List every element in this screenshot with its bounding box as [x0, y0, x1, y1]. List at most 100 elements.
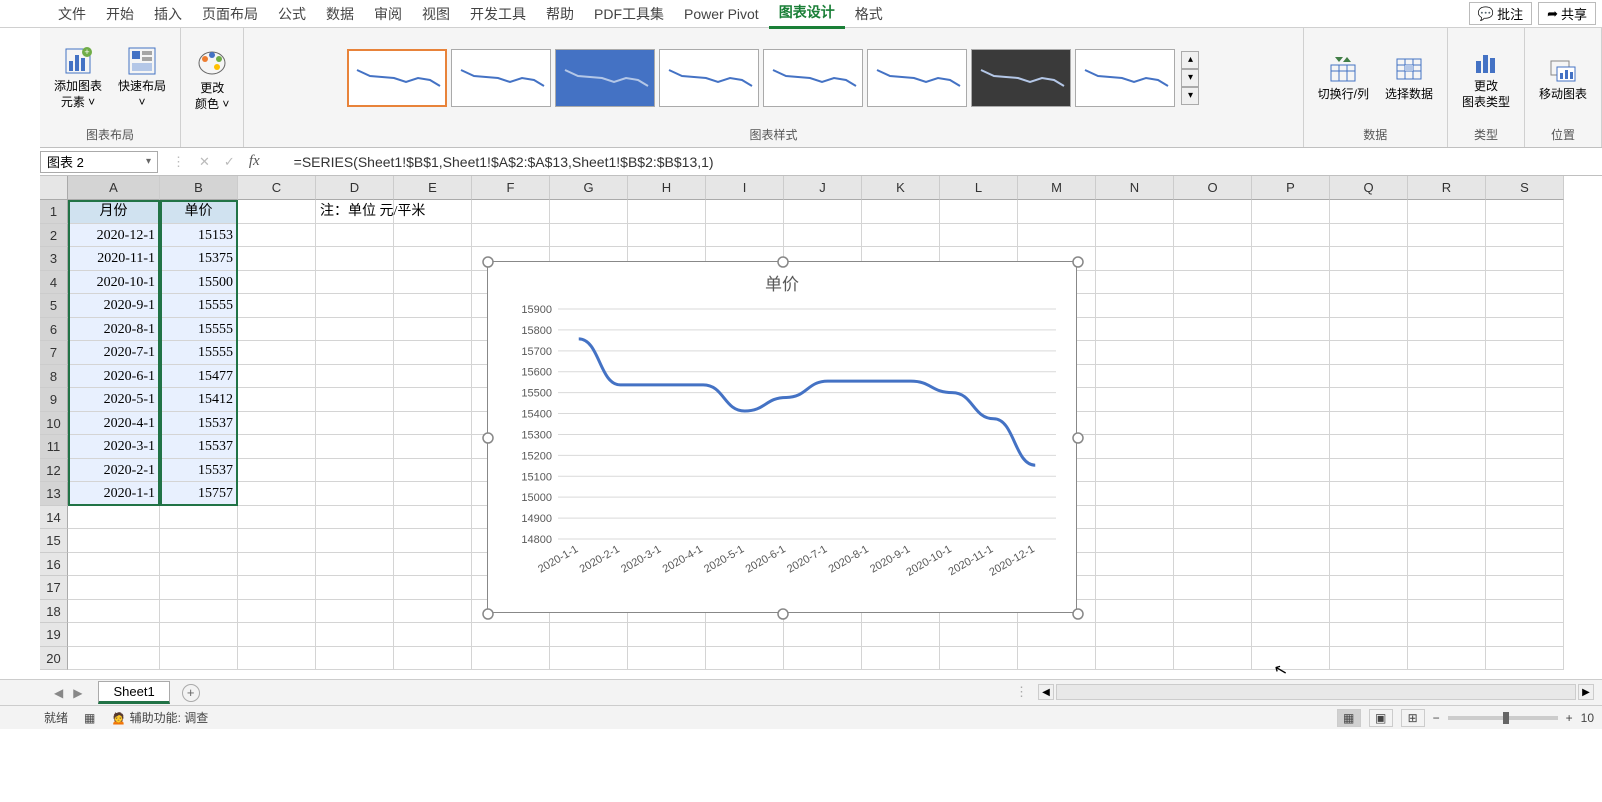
- col-header-D[interactable]: D: [316, 176, 394, 200]
- cell-S4[interactable]: [1486, 271, 1564, 295]
- cell-B10[interactable]: 15537: [160, 412, 238, 436]
- cell-N5[interactable]: [1096, 294, 1174, 318]
- cell-C2[interactable]: [238, 224, 316, 248]
- cell-F19[interactable]: [472, 623, 550, 647]
- cell-E8[interactable]: [394, 365, 472, 389]
- name-box[interactable]: 图表 2▾: [40, 151, 158, 173]
- cell-E12[interactable]: [394, 459, 472, 483]
- cell-P1[interactable]: [1252, 200, 1330, 224]
- cell-G19[interactable]: [550, 623, 628, 647]
- move-chart-button[interactable]: 移动图表: [1533, 51, 1593, 105]
- cell-N8[interactable]: [1096, 365, 1174, 389]
- cell-E6[interactable]: [394, 318, 472, 342]
- row-headers[interactable]: 1234567891011121314151617181920: [40, 200, 68, 670]
- cell-P19[interactable]: [1252, 623, 1330, 647]
- cell-G2[interactable]: [550, 224, 628, 248]
- cell-S18[interactable]: [1486, 600, 1564, 624]
- cell-R10[interactable]: [1408, 412, 1486, 436]
- cell-R9[interactable]: [1408, 388, 1486, 412]
- cell-R5[interactable]: [1408, 294, 1486, 318]
- row-header-5[interactable]: 5: [40, 294, 68, 318]
- cell-Q20[interactable]: [1330, 647, 1408, 671]
- cell-S8[interactable]: [1486, 365, 1564, 389]
- cell-P18[interactable]: [1252, 600, 1330, 624]
- cell-L19[interactable]: [940, 623, 1018, 647]
- sheet-nav-prev-icon[interactable]: ◀: [54, 686, 63, 700]
- cell-P16[interactable]: [1252, 553, 1330, 577]
- cell-B16[interactable]: [160, 553, 238, 577]
- cell-R20[interactable]: [1408, 647, 1486, 671]
- col-header-M[interactable]: M: [1018, 176, 1096, 200]
- cell-P6[interactable]: [1252, 318, 1330, 342]
- macro-record-icon[interactable]: ▦: [84, 711, 95, 725]
- cell-C13[interactable]: [238, 482, 316, 506]
- scroll-right-icon[interactable]: ▶: [1578, 684, 1594, 700]
- cell-D20[interactable]: [316, 647, 394, 671]
- col-header-N[interactable]: N: [1096, 176, 1174, 200]
- add-sheet-button[interactable]: +: [182, 684, 200, 702]
- cell-M20[interactable]: [1018, 647, 1096, 671]
- cell-R6[interactable]: [1408, 318, 1486, 342]
- col-header-H[interactable]: H: [628, 176, 706, 200]
- cell-C3[interactable]: [238, 247, 316, 271]
- cell-C11[interactable]: [238, 435, 316, 459]
- cell-A12[interactable]: 2020-2-1: [68, 459, 160, 483]
- cell-C15[interactable]: [238, 529, 316, 553]
- cell-C1[interactable]: [238, 200, 316, 224]
- cell-E18[interactable]: [394, 600, 472, 624]
- styles-scroll-down-icon[interactable]: ▾: [1181, 69, 1199, 87]
- cell-C16[interactable]: [238, 553, 316, 577]
- cell-D13[interactable]: [316, 482, 394, 506]
- cell-Q13[interactable]: [1330, 482, 1408, 506]
- cell-A1[interactable]: 月份: [68, 200, 160, 224]
- cell-Q16[interactable]: [1330, 553, 1408, 577]
- cell-B18[interactable]: [160, 600, 238, 624]
- cell-P20[interactable]: [1252, 647, 1330, 671]
- cell-E4[interactable]: [394, 271, 472, 295]
- cell-E11[interactable]: [394, 435, 472, 459]
- cell-A3[interactable]: 2020-11-1: [68, 247, 160, 271]
- cell-G1[interactable]: [550, 200, 628, 224]
- confirm-formula-icon[interactable]: ✓: [224, 154, 235, 170]
- cell-B15[interactable]: [160, 529, 238, 553]
- cell-C5[interactable]: [238, 294, 316, 318]
- cell-B8[interactable]: 15477: [160, 365, 238, 389]
- row-header-1[interactable]: 1: [40, 200, 68, 224]
- cell-N17[interactable]: [1096, 576, 1174, 600]
- select-data-button[interactable]: 选择数据: [1379, 51, 1439, 105]
- row-header-20[interactable]: 20: [40, 647, 68, 671]
- cell-D17[interactable]: [316, 576, 394, 600]
- cell-D6[interactable]: [316, 318, 394, 342]
- col-header-R[interactable]: R: [1408, 176, 1486, 200]
- cell-N2[interactable]: [1096, 224, 1174, 248]
- cell-I2[interactable]: [706, 224, 784, 248]
- cell-L1[interactable]: [940, 200, 1018, 224]
- cell-S15[interactable]: [1486, 529, 1564, 553]
- cell-S7[interactable]: [1486, 341, 1564, 365]
- menu-tab-视图[interactable]: 视图: [412, 0, 460, 28]
- share-button[interactable]: ➦ 共享: [1538, 2, 1596, 25]
- row-header-16[interactable]: 16: [40, 553, 68, 577]
- cell-S17[interactable]: [1486, 576, 1564, 600]
- cell-A2[interactable]: 2020-12-1: [68, 224, 160, 248]
- cell-C9[interactable]: [238, 388, 316, 412]
- cell-D3[interactable]: [316, 247, 394, 271]
- cell-K2[interactable]: [862, 224, 940, 248]
- cell-J1[interactable]: [784, 200, 862, 224]
- cell-S6[interactable]: [1486, 318, 1564, 342]
- cell-D2[interactable]: [316, 224, 394, 248]
- chart-style-2[interactable]: [451, 49, 551, 107]
- menu-tab-文件[interactable]: 文件: [48, 0, 96, 28]
- formula-expand-icon[interactable]: ⋮: [172, 154, 185, 170]
- switch-row-column-button[interactable]: 切换行/列: [1312, 51, 1375, 105]
- cell-Q1[interactable]: [1330, 200, 1408, 224]
- col-header-Q[interactable]: Q: [1330, 176, 1408, 200]
- cell-O10[interactable]: [1174, 412, 1252, 436]
- zoom-in-button[interactable]: +: [1566, 711, 1573, 725]
- cell-F20[interactable]: [472, 647, 550, 671]
- cell-Q19[interactable]: [1330, 623, 1408, 647]
- row-header-7[interactable]: 7: [40, 341, 68, 365]
- row-header-3[interactable]: 3: [40, 247, 68, 271]
- cell-A20[interactable]: [68, 647, 160, 671]
- cell-Q4[interactable]: [1330, 271, 1408, 295]
